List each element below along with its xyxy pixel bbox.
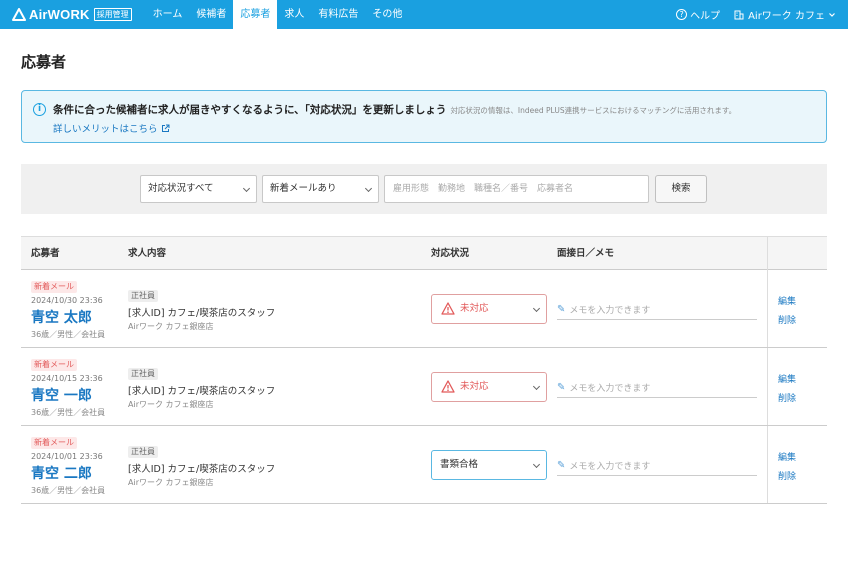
search-button[interactable]: 検索: [655, 175, 707, 203]
pencil-icon: ✎: [557, 382, 566, 393]
table-header: 応募者 求人内容 対応状況 面接日／メモ: [21, 236, 827, 270]
status-value: 未対応: [460, 381, 489, 392]
job-title: [求人ID] カフェ/喫茶店のスタッフ: [128, 386, 276, 397]
memo-input[interactable]: ✎ メモを入力できます: [557, 456, 757, 476]
header-job: 求人内容: [128, 248, 167, 259]
memo-input[interactable]: ✎ メモを入力できます: [557, 300, 757, 320]
building-icon: [734, 10, 744, 19]
nav-home[interactable]: ホーム: [146, 0, 190, 29]
applicants-table: 応募者 求人内容 対応状況 面接日／メモ 新着メール 2024/10/30 23…: [21, 236, 827, 504]
applied-date: 2024/10/01 23:36: [31, 452, 103, 461]
chevron-down-icon: [532, 304, 541, 313]
memo-placeholder: メモを入力できます: [569, 306, 651, 316]
mail-filter-value: 新着メールあり: [270, 183, 337, 194]
job-title: [求人ID] カフェ/喫茶店のスタッフ: [128, 464, 276, 475]
applicant-name-link[interactable]: 青空 一郎: [31, 385, 92, 405]
column-divider: [767, 237, 768, 270]
info-icon: i: [33, 103, 46, 116]
memo-placeholder: メモを入力できます: [569, 384, 651, 394]
status-value: 書類合格: [440, 459, 479, 470]
warning-icon: [441, 302, 455, 315]
edit-link[interactable]: 編集: [778, 450, 796, 463]
info-banner: i 条件に合った候補者に求人が届きやすくなるように、「対応状況」を更新しましょう…: [21, 90, 827, 143]
edit-link[interactable]: 編集: [778, 372, 796, 385]
store-name: Airワーク カフェ銀座店: [128, 322, 214, 331]
new-mail-badge: 新着メール: [31, 281, 77, 293]
status-select[interactable]: 未対応: [431, 294, 547, 324]
banner-main-text: 条件に合った候補者に求人が届きやすくなるように、「対応状況」を更新しましょう: [53, 104, 447, 116]
banner-sub-text: 対応状況の情報は、Indeed PLUS連携サービスにおけるマッチングに活用され…: [450, 106, 737, 115]
applicant-profile: 36歳／男性／会社員: [31, 486, 106, 495]
nav-applicants[interactable]: 応募者: [233, 0, 278, 29]
filter-bar: 対応状況すべて 新着メールあり 雇用形態 勤務地 職種名／番号 応募者名 検索: [21, 164, 827, 214]
job-title: [求人ID] カフェ/喫茶店のスタッフ: [128, 308, 276, 319]
store-name: Airワーク カフェ銀座店: [128, 400, 214, 409]
column-divider: [767, 270, 768, 347]
header-memo: 面接日／メモ: [557, 248, 615, 259]
help-link[interactable]: ? ヘルプ: [676, 7, 720, 22]
status-value: 未対応: [460, 303, 489, 314]
logo[interactable]: AirWORK 採用管理: [12, 0, 132, 29]
warning-icon: [441, 380, 455, 393]
status-select[interactable]: 書類合格: [431, 450, 547, 480]
delete-link[interactable]: 削除: [778, 391, 796, 404]
header-right: ? ヘルプ Airワーク カフェ: [676, 7, 836, 22]
mail-filter-select[interactable]: 新着メールあり: [262, 175, 379, 203]
applied-date: 2024/10/30 23:36: [31, 296, 103, 305]
header-applicant: 応募者: [31, 248, 60, 259]
delete-link[interactable]: 削除: [778, 469, 796, 482]
question-icon: ?: [676, 9, 688, 20]
header-status: 対応状況: [431, 248, 470, 259]
chevron-down-icon: [364, 184, 373, 193]
chevron-down-icon: [532, 460, 541, 469]
external-link-icon: [161, 124, 170, 132]
applied-date: 2024/10/15 23:36: [31, 374, 103, 383]
logo-mark-icon: [12, 8, 26, 21]
memo-placeholder: メモを入力できます: [569, 462, 651, 472]
search-input[interactable]: 雇用形態 勤務地 職種名／番号 応募者名: [384, 175, 649, 203]
table-row: 新着メール 2024/10/01 23:36 青空 二郎 36歳／男性／会社員 …: [21, 426, 827, 504]
benefits-link-text: 詳しいメリットはこちら: [53, 124, 158, 135]
page-title: 応募者: [21, 53, 67, 71]
new-mail-badge: 新着メール: [31, 437, 77, 449]
account-menu[interactable]: Airワーク カフェ: [734, 7, 836, 22]
employment-type-badge: 正社員: [128, 368, 158, 380]
help-label: ヘルプ: [690, 11, 721, 22]
memo-input[interactable]: ✎ メモを入力できます: [557, 378, 757, 398]
chevron-down-icon: [532, 382, 541, 391]
nav-other[interactable]: その他: [365, 0, 409, 29]
column-divider: [767, 426, 768, 503]
main-nav: ホーム 候補者 応募者 求人 有料広告 その他: [146, 0, 410, 29]
nav-candidates[interactable]: 候補者: [189, 0, 233, 29]
new-mail-badge: 新着メール: [31, 359, 77, 371]
account-name: Airワーク カフェ: [748, 11, 825, 22]
logo-text: AirWORK: [29, 7, 90, 22]
pencil-icon: ✎: [557, 304, 566, 315]
logo-badge: 採用管理: [93, 8, 132, 21]
column-divider: [767, 348, 768, 425]
store-name: Airワーク カフェ銀座店: [128, 478, 214, 487]
table-row: 新着メール 2024/10/30 23:36 青空 太郎 36歳／男性／会社員 …: [21, 270, 827, 348]
status-filter-value: 対応状況すべて: [148, 183, 214, 194]
employment-type-badge: 正社員: [128, 446, 158, 458]
applicant-name-link[interactable]: 青空 太郎: [31, 307, 92, 327]
pencil-icon: ✎: [557, 460, 566, 471]
chevron-down-icon: [242, 184, 251, 193]
delete-link[interactable]: 削除: [778, 313, 796, 326]
edit-link[interactable]: 編集: [778, 294, 796, 307]
employment-type-badge: 正社員: [128, 290, 158, 302]
status-filter-select[interactable]: 対応状況すべて: [140, 175, 257, 203]
applicant-name-link[interactable]: 青空 二郎: [31, 463, 92, 483]
table-row: 新着メール 2024/10/15 23:36 青空 一郎 36歳／男性／会社員 …: [21, 348, 827, 426]
applicant-profile: 36歳／男性／会社員: [31, 408, 106, 417]
chevron-down-icon: [829, 12, 835, 17]
applicant-profile: 36歳／男性／会社員: [31, 330, 106, 339]
status-select[interactable]: 未対応: [431, 372, 547, 402]
banner-message: 条件に合った候補者に求人が届きやすくなるように、「対応状況」を更新しましょう 対応…: [53, 102, 736, 117]
nav-paid-ads[interactable]: 有料広告: [311, 0, 365, 29]
nav-jobs[interactable]: 求人: [277, 0, 311, 29]
top-nav-bar: AirWORK 採用管理 ホーム 候補者 応募者 求人 有料広告 その他 ? ヘ…: [0, 0, 848, 29]
benefits-link[interactable]: 詳しいメリットはこちら: [53, 121, 170, 135]
